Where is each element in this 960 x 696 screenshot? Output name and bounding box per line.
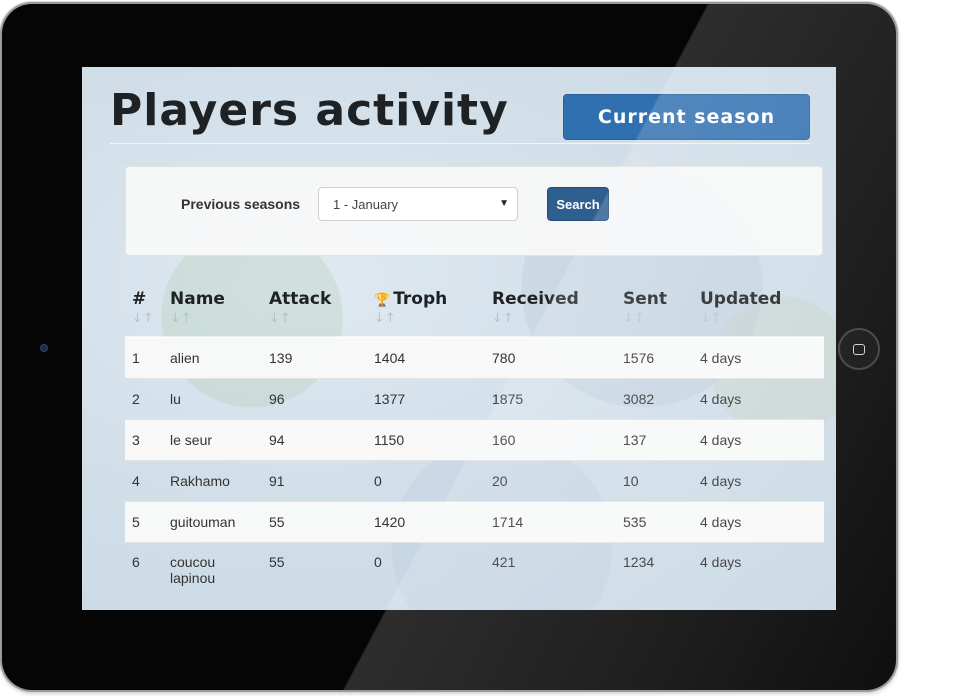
table-row: 2 lu 96 1377 1875 3082 4 days xyxy=(125,378,824,420)
cell-name: alien xyxy=(163,336,262,379)
tablet-frame: Players activity Current season Previous… xyxy=(2,4,896,690)
cell-attack: 91 xyxy=(262,460,367,502)
cell-troph: 1404 xyxy=(367,336,485,379)
table-row: 3 le seur 94 1150 160 137 4 days xyxy=(125,419,824,461)
table-row: 6 coucou lapinou 55 0 421 1234 4 days xyxy=(125,542,824,610)
cell-name: coucou lapinou xyxy=(163,542,262,610)
current-season-button[interactable]: Current season xyxy=(563,94,810,140)
cell-updated: 4 days xyxy=(693,460,824,502)
cell-attack: 55 xyxy=(262,501,367,543)
column-label: Troph xyxy=(393,289,448,309)
sort-icon[interactable]: ↓↑ xyxy=(132,311,163,326)
column-label: # xyxy=(132,289,147,309)
cell-name: le seur xyxy=(163,419,262,461)
sort-icon[interactable]: ↓↑ xyxy=(269,311,367,326)
sort-icon[interactable]: ↓↑ xyxy=(170,311,262,326)
cell-updated: 4 days xyxy=(693,336,824,379)
cell-sent: 3082 xyxy=(616,378,693,420)
cell-received: 780 xyxy=(485,336,616,379)
column-label: Received xyxy=(492,289,579,309)
cell-rank: 2 xyxy=(125,378,163,420)
cell-attack: 96 xyxy=(262,378,367,420)
sort-icon[interactable]: ↓↑ xyxy=(492,311,616,326)
camera-icon xyxy=(40,344,48,352)
cell-rank: 4 xyxy=(125,460,163,502)
column-header-name[interactable]: Name ↓↑ xyxy=(163,283,262,338)
cell-sent: 10 xyxy=(616,460,693,502)
cell-received: 421 xyxy=(485,542,616,610)
cell-name: guitouman xyxy=(163,501,262,543)
table-row: 4 Rakhamo 91 0 20 10 4 days xyxy=(125,460,824,502)
cell-sent: 137 xyxy=(616,419,693,461)
column-label: Name xyxy=(170,289,225,309)
cell-rank: 1 xyxy=(125,336,163,379)
season-filter-panel: Previous seasons 1 - January ▼ Search xyxy=(125,166,823,256)
cell-attack: 94 xyxy=(262,419,367,461)
cell-troph: 0 xyxy=(367,460,485,502)
cell-rank: 6 xyxy=(125,542,163,610)
title-divider xyxy=(110,143,810,144)
table-row: 5 guitouman 55 1420 1714 535 4 days xyxy=(125,501,824,543)
dropdown-caret-icon: ▼ xyxy=(499,198,509,209)
cell-received: 20 xyxy=(485,460,616,502)
column-header-troph[interactable]: 🏆 Troph ↓↑ xyxy=(367,283,485,338)
cell-troph: 1420 xyxy=(367,501,485,543)
cell-updated: 4 days xyxy=(693,542,824,610)
previous-seasons-label: Previous seasons xyxy=(181,196,301,212)
home-square-icon xyxy=(853,343,865,355)
cell-updated: 4 days xyxy=(693,501,824,543)
trophy-icon: 🏆 xyxy=(374,293,391,308)
sort-icon[interactable]: ↓↑ xyxy=(623,311,693,326)
search-button[interactable]: Search xyxy=(547,187,609,221)
season-select-value: 1 - January xyxy=(333,196,399,212)
cell-troph: 0 xyxy=(367,542,485,610)
column-label: Attack xyxy=(269,289,332,309)
cell-attack: 139 xyxy=(262,336,367,379)
sort-icon[interactable]: ↓↑ xyxy=(374,311,485,326)
cell-updated: 4 days xyxy=(693,378,824,420)
cell-received: 1714 xyxy=(485,501,616,543)
cell-sent: 535 xyxy=(616,501,693,543)
sort-icon[interactable]: ↓↑ xyxy=(700,311,824,326)
screen: Players activity Current season Previous… xyxy=(82,67,836,610)
table-header-row: # ↓↑ Name ↓↑ Attack ↓↑ 🏆 Troph ↓↑ Receiv… xyxy=(125,283,824,338)
season-select[interactable]: 1 - January ▼ xyxy=(318,187,518,221)
column-header-rank[interactable]: # ↓↑ xyxy=(125,283,163,338)
cell-troph: 1377 xyxy=(367,378,485,420)
column-label: Updated xyxy=(700,289,782,309)
cell-updated: 4 days xyxy=(693,419,824,461)
home-button[interactable] xyxy=(838,328,880,370)
cell-received: 1875 xyxy=(485,378,616,420)
players-table: # ↓↑ Name ↓↑ Attack ↓↑ 🏆 Troph ↓↑ Receiv… xyxy=(125,283,824,610)
column-header-sent[interactable]: Sent ↓↑ xyxy=(616,283,693,338)
column-header-received[interactable]: Received ↓↑ xyxy=(485,283,616,338)
cell-sent: 1234 xyxy=(616,542,693,610)
cell-attack: 55 xyxy=(262,542,367,610)
cell-rank: 5 xyxy=(125,501,163,543)
page-title: Players activity xyxy=(110,85,509,136)
cell-rank: 3 xyxy=(125,419,163,461)
table-row: 1 alien 139 1404 780 1576 4 days xyxy=(125,336,824,379)
cell-name: Rakhamo xyxy=(163,460,262,502)
column-header-updated[interactable]: Updated ↓↑ xyxy=(693,283,824,338)
cell-troph: 1150 xyxy=(367,419,485,461)
cell-sent: 1576 xyxy=(616,336,693,379)
cell-received: 160 xyxy=(485,419,616,461)
cell-name: lu xyxy=(163,378,262,420)
column-header-attack[interactable]: Attack ↓↑ xyxy=(262,283,367,338)
column-label: Sent xyxy=(623,289,668,309)
